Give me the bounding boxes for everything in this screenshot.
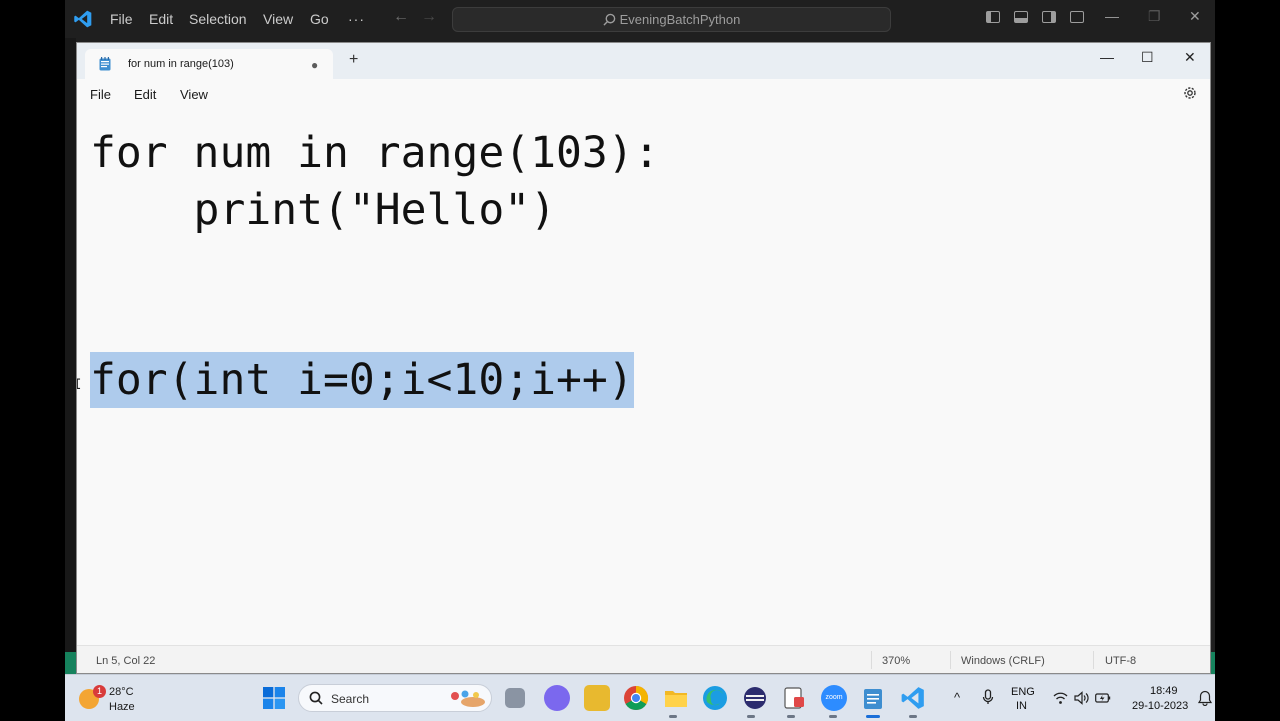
system-tray: ^ ENG IN 18:49 29-10-2023 (950, 675, 1215, 721)
running-indicator (787, 715, 795, 718)
back-arrow-icon[interactable]: ← (393, 8, 409, 26)
vscode-logo-icon (74, 10, 92, 28)
vscode-menu-selection[interactable]: Selection (189, 11, 247, 27)
customize-layout-icon[interactable] (1070, 11, 1084, 23)
vscode-search-text: EveningBatchPython (619, 12, 741, 27)
media-icon[interactable] (742, 685, 768, 711)
microphone-icon[interactable] (982, 689, 994, 705)
menu-file[interactable]: File (90, 87, 111, 102)
vscode-command-center[interactable]: EveningBatchPython (452, 7, 891, 32)
zoom-level[interactable]: 370% (882, 655, 910, 667)
forward-arrow-icon[interactable]: → (421, 8, 437, 26)
tab-title: for num in range(103) (128, 58, 234, 70)
notepad-icon (99, 57, 111, 71)
file-explorer-icon[interactable] (663, 685, 689, 711)
input-region: IN (1016, 700, 1027, 712)
notepad-menu-bar: File Edit View (77, 79, 1210, 109)
unsaved-indicator-icon[interactable]: ● (311, 58, 318, 72)
vscode-close-button[interactable]: ✕ (1189, 8, 1201, 25)
notification-badge: 1 (93, 685, 106, 698)
editor-line-1: for num in range(103): (90, 128, 660, 178)
teams-icon[interactable] (544, 685, 570, 711)
running-indicator (909, 715, 917, 718)
chrome-icon[interactable] (623, 685, 649, 711)
vscode-menu-file[interactable]: File (110, 11, 133, 27)
wifi-icon[interactable] (1053, 691, 1068, 705)
notepad-close-button[interactable]: ✕ (1184, 49, 1196, 66)
search-highlight-icon (451, 690, 485, 707)
toggle-secondary-sidebar-icon[interactable] (1042, 11, 1056, 23)
clock-time[interactable]: 18:49 (1150, 685, 1178, 697)
weather-description: Haze (109, 701, 135, 713)
menu-view[interactable]: View (180, 87, 208, 102)
zoom-icon[interactable]: zoom (821, 685, 847, 711)
clock-date[interactable]: 29-10-2023 (1132, 700, 1188, 712)
vscode-minimize-button[interactable]: — (1105, 8, 1119, 24)
taskbar: 1 28°C Haze Search zoom ^ ENG IN 18:49 2… (65, 674, 1215, 721)
vscode-activity-bar (65, 38, 76, 678)
snipping-tool-icon[interactable] (781, 685, 807, 711)
notepad-tab-strip: for num in range(103) ● + — ☐ ✕ (77, 43, 1210, 79)
status-divider (950, 651, 951, 669)
weather-temperature: 28°C (109, 686, 134, 698)
notepad-maximize-button[interactable]: ☐ (1141, 49, 1154, 66)
active-indicator (866, 715, 880, 718)
text-editor[interactable]: for num in range(103): print("Hello") fo… (77, 109, 1210, 645)
running-indicator (669, 715, 677, 718)
volume-icon[interactable] (1074, 691, 1089, 705)
notepad-minimize-button[interactable]: — (1100, 49, 1114, 65)
search-icon (603, 13, 615, 26)
notification-bell-icon[interactable] (1198, 690, 1212, 706)
running-indicator (829, 715, 837, 718)
vscode-menu-go[interactable]: Go (310, 11, 329, 27)
editor-line-selected: for(int i=0;i<10;i++) (90, 352, 634, 408)
search-placeholder: Search (331, 692, 370, 706)
vscode-menu-view[interactable]: View (263, 11, 293, 27)
notepad-icon[interactable] (860, 685, 886, 711)
toggle-sidebar-icon[interactable] (986, 11, 1000, 23)
battery-charging-icon[interactable] (1095, 692, 1111, 704)
input-language[interactable]: ENG (1011, 686, 1035, 698)
encoding[interactable]: UTF-8 (1105, 655, 1136, 667)
taskbar-search-box[interactable]: Search (298, 684, 492, 712)
vscode-more-menu[interactable]: ··· (348, 11, 365, 27)
edge-icon[interactable] (702, 685, 728, 711)
show-hidden-icons-button[interactable]: ^ (954, 690, 960, 705)
notepad-window: for num in range(103) ● + — ☐ ✕ File Edi… (76, 42, 1211, 674)
windows-start-icon[interactable] (263, 687, 285, 709)
new-tab-button[interactable]: + (349, 52, 358, 68)
app-icon[interactable] (584, 685, 610, 711)
search-icon (309, 691, 323, 705)
notepad-status-bar: Ln 5, Col 22 370% Windows (CRLF) UTF-8 (77, 645, 1210, 673)
vscode-titlebar: File Edit Selection View Go ··· ← → Even… (65, 0, 1215, 38)
status-divider (1093, 651, 1094, 669)
task-view-icon[interactable] (505, 688, 525, 708)
running-indicator (747, 715, 755, 718)
line-ending[interactable]: Windows (CRLF) (961, 655, 1045, 667)
status-divider (871, 651, 872, 669)
weather-widget[interactable]: 1 28°C Haze (79, 683, 159, 715)
menu-edit[interactable]: Edit (134, 87, 156, 102)
gear-icon[interactable] (1182, 85, 1198, 101)
vscode-restore-button[interactable]: ❐ (1148, 8, 1161, 25)
vscode-menu-edit[interactable]: Edit (149, 11, 173, 27)
vscode-icon[interactable] (900, 685, 926, 711)
text-cursor-icon: I (77, 377, 81, 393)
toggle-panel-icon[interactable] (1014, 11, 1028, 23)
cursor-position: Ln 5, Col 22 (96, 655, 156, 667)
editor-line-2: print("Hello") (90, 185, 556, 235)
notepad-tab[interactable]: for num in range(103) ● (85, 49, 333, 79)
